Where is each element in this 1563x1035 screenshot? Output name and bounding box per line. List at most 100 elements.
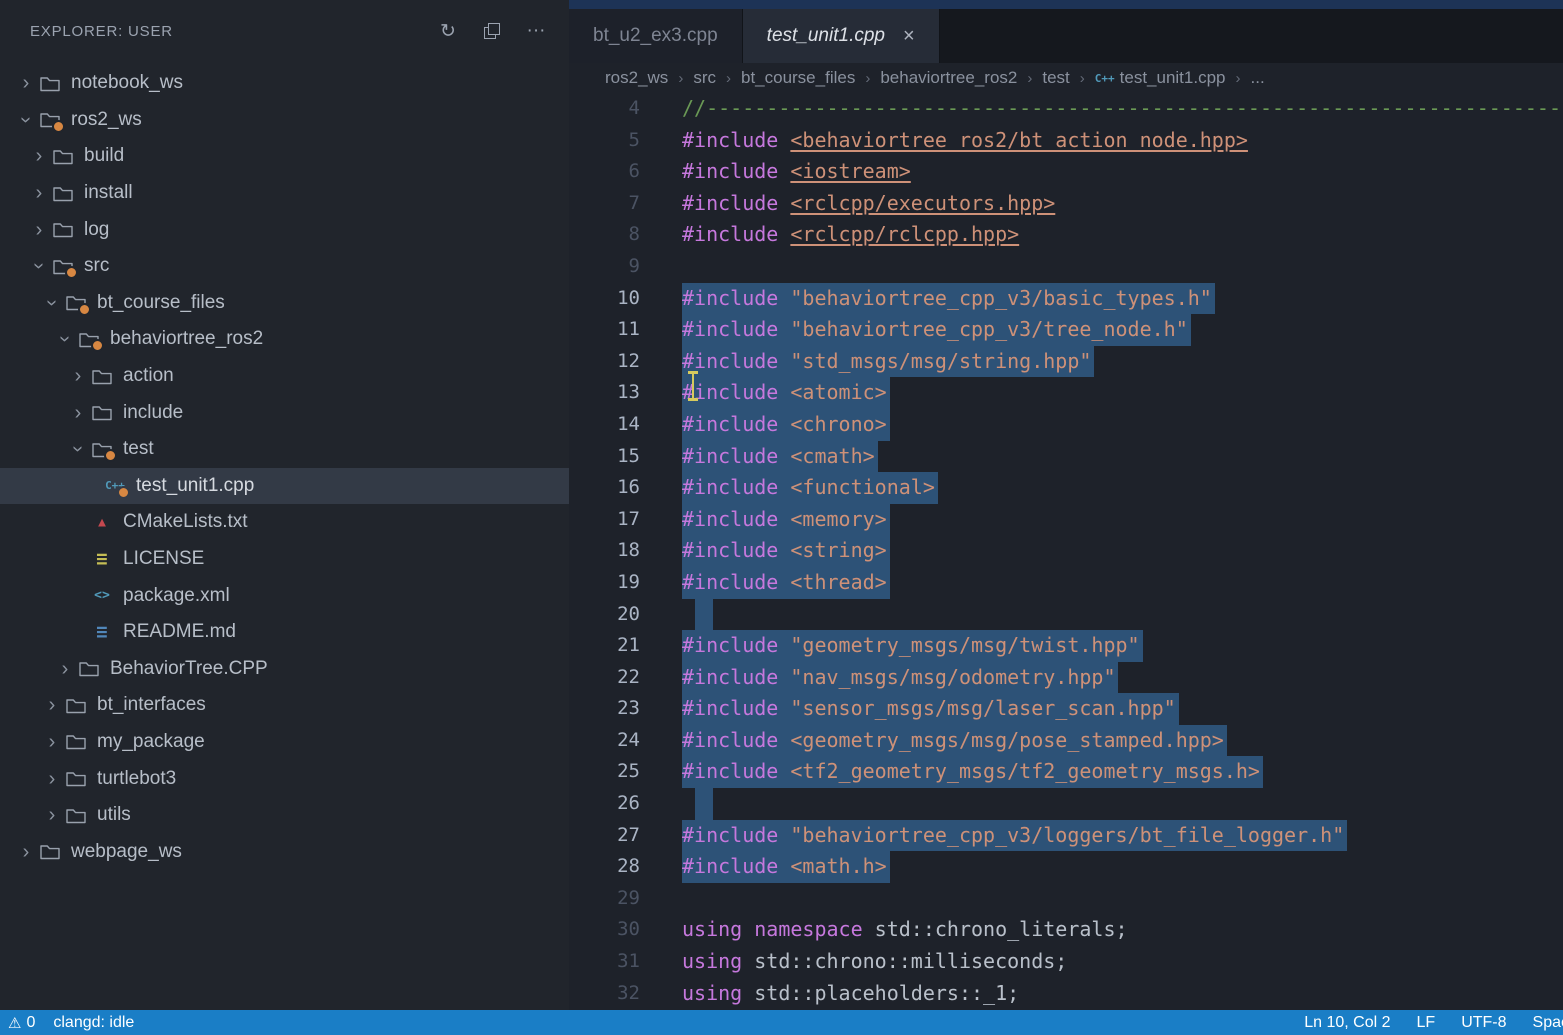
code-line-32[interactable]: 32 using std::placeholders::_1;: [569, 978, 1563, 1010]
tab-bt_u2_ex3.cpp[interactable]: bt_u2_ex3.cpp: [569, 9, 743, 63]
tree-item-ros2_ws[interactable]: ›ros2_ws: [0, 102, 569, 139]
code-line-18[interactable]: 18 #include <string>: [569, 535, 1563, 567]
line-number[interactable]: 4: [569, 93, 640, 125]
code-text[interactable]: [682, 599, 713, 631]
line-number[interactable]: 15: [569, 441, 640, 473]
chevron-right-icon[interactable]: ›: [68, 403, 88, 423]
code-text[interactable]: #include "geometry_msgs/msg/twist.hpp": [682, 630, 1143, 662]
line-number[interactable]: 17: [569, 504, 640, 536]
line-number[interactable]: 27: [569, 820, 640, 852]
tree-item-README.md[interactable]: ≡README.md: [0, 614, 569, 651]
code-line-23[interactable]: 23 #include "sensor_msgs/msg/laser_scan.h…: [569, 693, 1563, 725]
tree-item-bt_course_files[interactable]: ›bt_course_files: [0, 285, 569, 322]
tab-test_unit1.cpp[interactable]: test_unit1.cpp×: [743, 9, 940, 63]
chevron-down-icon[interactable]: ›: [29, 256, 49, 276]
tree-item-src[interactable]: ›src: [0, 248, 569, 285]
line-number[interactable]: 23: [569, 693, 640, 725]
code-line-19[interactable]: 19#include <thread>: [569, 567, 1563, 599]
code-text[interactable]: [682, 788, 713, 820]
code-line-24[interactable]: 24 #include <geometry_msgs/msg/pose_stamp…: [569, 725, 1563, 757]
code-text[interactable]: using std::placeholders::_1;: [682, 978, 1019, 1010]
code-text[interactable]: #include <iostream>: [682, 156, 911, 188]
code-text[interactable]: #include <behaviortree_ros2/bt_action_no…: [682, 125, 1248, 157]
code-line-10[interactable]: 10 #include "behaviortree_cpp_v3/basic_ty…: [569, 283, 1563, 315]
tree-item-behaviortree_ros2[interactable]: ›behaviortree_ros2: [0, 321, 569, 358]
tree-item-action[interactable]: ›action: [0, 358, 569, 395]
code-line-28[interactable]: 28#include <math.h>: [569, 851, 1563, 883]
code-text[interactable]: using std::chrono::milliseconds;: [682, 946, 1067, 978]
code-text[interactable]: #include "sensor_msgs/msg/laser_scan.hpp…: [682, 693, 1179, 725]
status-problems[interactable]: ⚠0: [8, 1014, 35, 1032]
tree-item-webpage_ws[interactable]: ›webpage_ws: [0, 833, 569, 870]
chevron-right-icon[interactable]: ›: [16, 842, 36, 862]
code-line-9[interactable]: 9: [569, 251, 1563, 283]
refresh-icon[interactable]: ↻: [439, 22, 457, 40]
chevron-right-icon[interactable]: ›: [42, 769, 62, 789]
code-text[interactable]: #include <string>: [682, 535, 890, 567]
code-line-17[interactable]: 17 #include <memory>: [569, 504, 1563, 536]
tree-item-install[interactable]: ›install: [0, 175, 569, 212]
line-number[interactable]: 29: [569, 883, 640, 915]
breadcrumb-item-bt_course_files[interactable]: bt_course_files: [741, 68, 855, 88]
line-number[interactable]: 32: [569, 978, 640, 1010]
code-line-16[interactable]: 16 #include <functional>: [569, 472, 1563, 504]
code-line-15[interactable]: 15#include <cmath>: [569, 441, 1563, 473]
tree-item-BehaviorTree.CPP[interactable]: ›BehaviorTree.CPP: [0, 651, 569, 688]
code-text[interactable]: #include <thread>: [682, 567, 890, 599]
code-line-4[interactable]: 4 //-------------------------------------…: [569, 93, 1563, 125]
code-text[interactable]: #include <memory>: [682, 504, 890, 536]
tree-item-package.xml[interactable]: <>package.xml: [0, 577, 569, 614]
code-text[interactable]: #include <atomic>: [682, 377, 890, 409]
code-line-6[interactable]: 6 #include <iostream>: [569, 156, 1563, 188]
chevron-right-icon[interactable]: ›: [42, 695, 62, 715]
code-text[interactable]: #include "behaviortree_cpp_v3/basic_type…: [682, 283, 1215, 315]
code-text[interactable]: #include <chrono>: [682, 409, 890, 441]
line-number[interactable]: 21: [569, 630, 640, 662]
code-line-12[interactable]: 12#include "std_msgs/msg/string.hpp": [569, 346, 1563, 378]
tree-item-include[interactable]: ›include: [0, 394, 569, 431]
tree-item-turtlebot3[interactable]: ›turtlebot3: [0, 760, 569, 797]
line-number[interactable]: 20: [569, 599, 640, 631]
code-text[interactable]: //--------------------------------------…: [682, 93, 1563, 125]
code-text[interactable]: #include <rclcpp/rclcpp.hpp>: [682, 219, 1019, 251]
line-number[interactable]: 30: [569, 914, 640, 946]
code-line-5[interactable]: 5 #include <behaviortree_ros2/bt_action_n…: [569, 125, 1563, 157]
status-eol-indicator[interactable]: LF: [1417, 1014, 1436, 1032]
code-text[interactable]: #include <geometry_msgs/msg/pose_stamped…: [682, 725, 1227, 757]
line-number[interactable]: 14: [569, 409, 640, 441]
chevron-right-icon[interactable]: ›: [42, 805, 62, 825]
tree-item-log[interactable]: ›log: [0, 211, 569, 248]
code-line-27[interactable]: 27#include "behaviortree_cpp_v3/loggers/…: [569, 820, 1563, 852]
tree-item-build[interactable]: ›build: [0, 138, 569, 175]
line-number[interactable]: 18: [569, 535, 640, 567]
status-encoding-indicator[interactable]: UTF-8: [1461, 1014, 1506, 1032]
chevron-right-icon[interactable]: ›: [42, 732, 62, 752]
chevron-right-icon[interactable]: ›: [29, 146, 49, 166]
breadcrumb-item-src[interactable]: src: [693, 68, 716, 88]
line-number[interactable]: 26: [569, 788, 640, 820]
code-text[interactable]: using namespace std::chrono_literals;: [682, 914, 1128, 946]
line-number[interactable]: 5: [569, 125, 640, 157]
code-text[interactable]: #include "nav_msgs/msg/odometry.hpp": [682, 662, 1118, 694]
chevron-down-icon[interactable]: ›: [16, 110, 36, 130]
line-number[interactable]: 11: [569, 314, 640, 346]
line-number[interactable]: 31: [569, 946, 640, 978]
collapse-all-icon[interactable]: [483, 22, 501, 40]
line-number[interactable]: 16: [569, 472, 640, 504]
tree-item-CMakeLists.txt[interactable]: ▲CMakeLists.txt: [0, 504, 569, 541]
tree-item-test_unit1.cpp[interactable]: C++test_unit1.cpp: [0, 468, 569, 505]
code-line-30[interactable]: 30 using namespace std::chrono_literals;: [569, 914, 1563, 946]
code-text[interactable]: #include <math.h>: [682, 851, 890, 883]
breadcrumb-item-behaviortree_ros2[interactable]: behaviortree_ros2: [880, 68, 1017, 88]
status-clangd-status[interactable]: clangd: idle: [53, 1014, 134, 1032]
code-line-7[interactable]: 7#include <rclcpp/executors.hpp>: [569, 188, 1563, 220]
line-number[interactable]: 6: [569, 156, 640, 188]
code-text[interactable]: #include "behaviortree_cpp_v3/tree_node.…: [682, 314, 1191, 346]
chevron-right-icon[interactable]: ›: [68, 366, 88, 386]
line-number[interactable]: 10: [569, 283, 640, 315]
close-icon[interactable]: ×: [903, 25, 915, 48]
status-indentation-indicator[interactable]: Spac: [1533, 1014, 1563, 1032]
code-text[interactable]: #include <functional>: [682, 472, 938, 504]
line-number[interactable]: 24: [569, 725, 640, 757]
code-line-14[interactable]: 14 #include <chrono>: [569, 409, 1563, 441]
